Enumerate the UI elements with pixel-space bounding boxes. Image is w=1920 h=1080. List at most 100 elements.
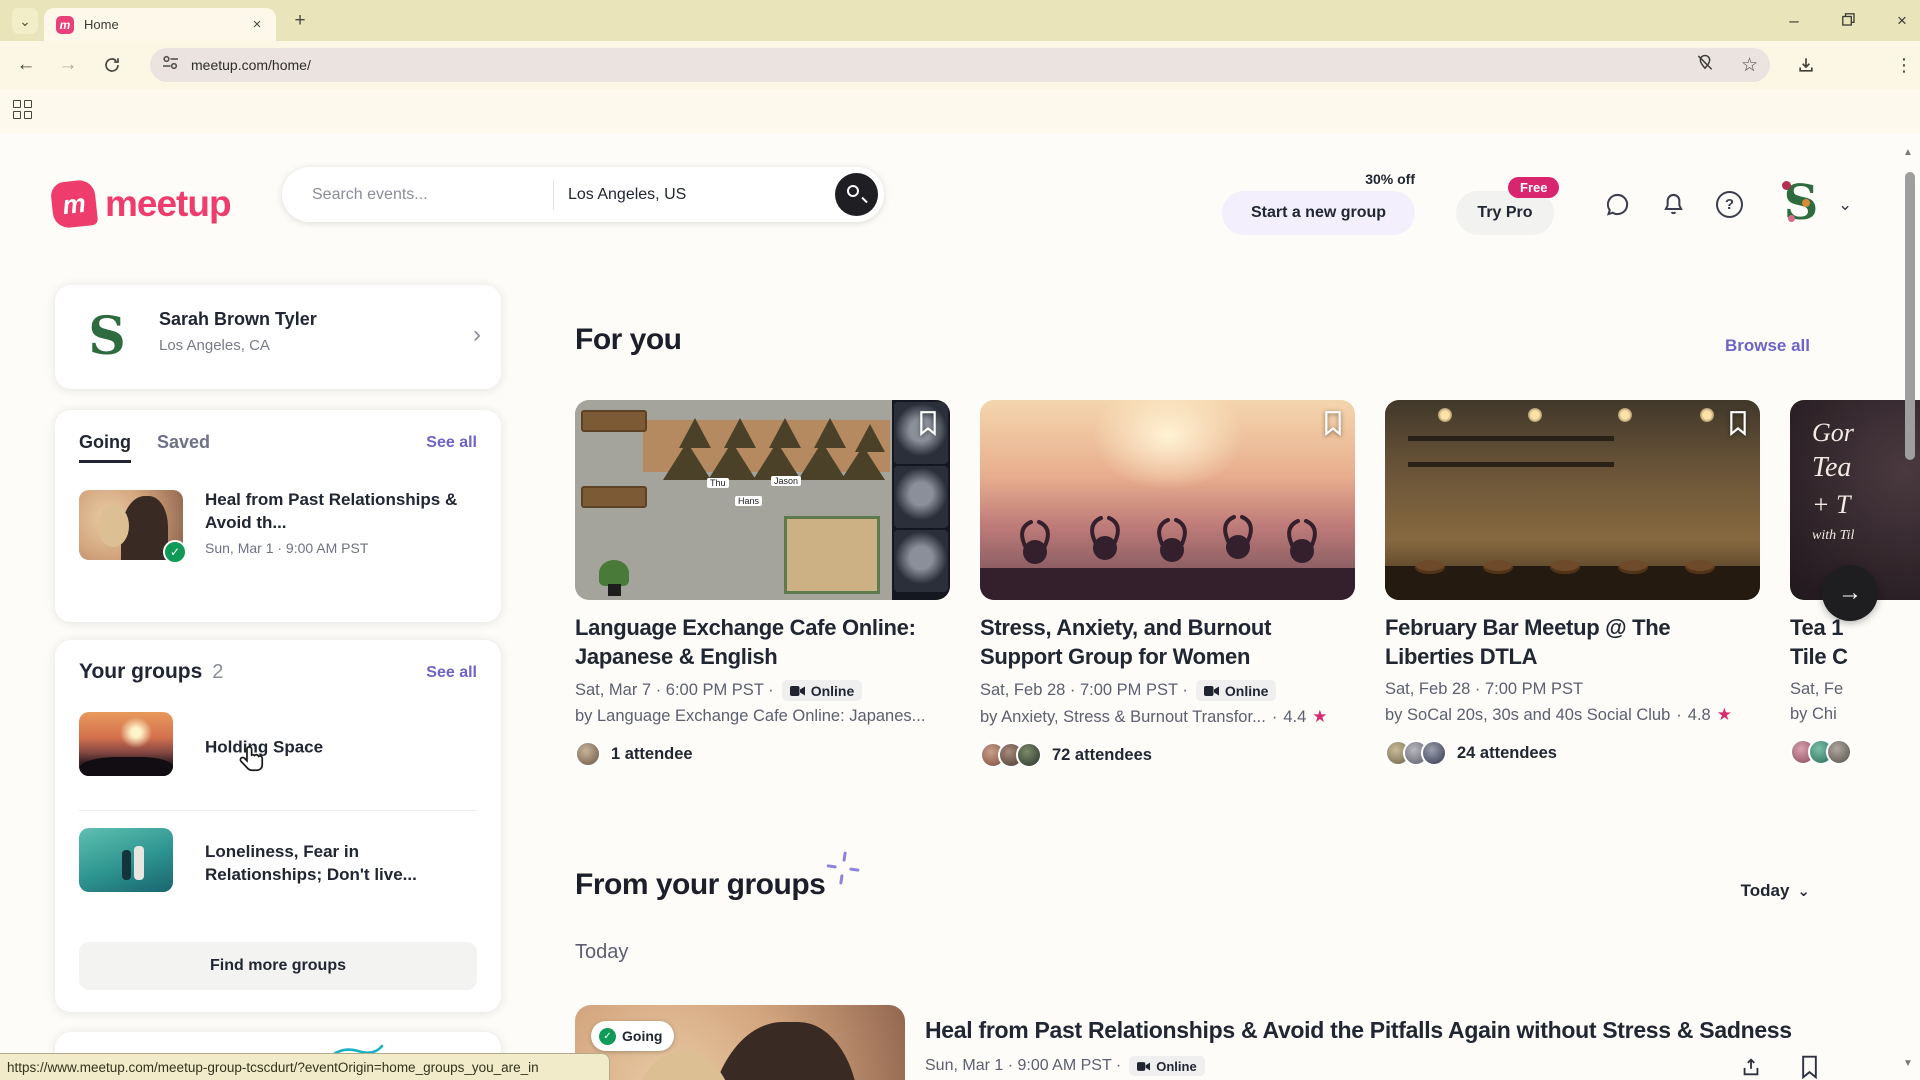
- bookmark-icon[interactable]: [1728, 410, 1748, 441]
- find-more-groups-button[interactable]: Find more groups: [79, 942, 477, 990]
- video-camera-icon: [790, 685, 805, 697]
- event-card-language-exchange[interactable]: Thu Jason Hans Language Exchange Cafe On…: [575, 400, 950, 767]
- chevron-down-icon: ⌄: [1797, 882, 1810, 900]
- scrollbar-thumb[interactable]: [1905, 172, 1915, 460]
- going-badge: ✓ Going: [591, 1021, 674, 1051]
- event-date: Sat, Mar 7 · 6:00 PM PST ·: [575, 681, 774, 700]
- divider: [79, 810, 477, 811]
- event-date: Sun, Mar 1 · 9:00 AM PST: [205, 540, 368, 556]
- event-date: Sat, Feb 28 · 7:00 PM PST ·: [980, 681, 1188, 700]
- tab-search-button[interactable]: ⌄: [12, 8, 38, 34]
- back-button[interactable]: ←: [10, 41, 42, 89]
- bookmark-icon[interactable]: [918, 410, 938, 441]
- search-input[interactable]: [312, 186, 547, 204]
- sparkle-icon: [826, 851, 860, 885]
- forward-button[interactable]: →: [52, 41, 84, 89]
- restore-icon[interactable]: [1838, 11, 1858, 31]
- search-button[interactable]: [835, 173, 878, 216]
- events-see-all-link[interactable]: See all: [426, 434, 477, 452]
- event-host: by Language Exchange Cafe Online: Japane…: [575, 707, 925, 726]
- profile-avatar: S: [79, 309, 135, 365]
- tab-title: Home: [84, 17, 248, 32]
- star-icon: ★: [1312, 707, 1327, 727]
- groups-count: 2: [212, 661, 223, 683]
- close-window-icon[interactable]: ×: [1892, 11, 1912, 31]
- event-card-stress-support[interactable]: Stress, Anxiety, and Burnout Support Gro…: [980, 400, 1355, 768]
- url-bar[interactable]: meetup.com/home/ ☆: [150, 48, 1770, 82]
- browser-menu-icon[interactable]: ⋮: [1888, 41, 1920, 89]
- attendee-avatars: [1790, 739, 1844, 765]
- mouse-cursor-hand: [238, 745, 268, 777]
- try-pro-button[interactable]: Try Pro Free: [1456, 191, 1554, 235]
- apps-grid-icon[interactable]: [13, 100, 33, 120]
- tab-saved[interactable]: Saved: [157, 432, 210, 463]
- reload-button[interactable]: [96, 41, 128, 89]
- event-image: ✓ Going: [575, 1005, 905, 1080]
- profile-card[interactable]: S Sarah Brown Tyler Los Angeles, CA ›: [55, 285, 501, 389]
- attendee-count: 72 attendees: [1052, 746, 1152, 765]
- event-host: by Anxiety, Stress & Burnout Transfor...: [980, 708, 1266, 727]
- event-date: Sat, Feb 28 · 7:00 PM PST: [1385, 680, 1583, 699]
- attendee-avatars: [980, 742, 1034, 768]
- group-item-holding-space[interactable]: Holding Space: [79, 712, 481, 782]
- avatar-chevron-down-icon[interactable]: ⌄: [1838, 195, 1852, 215]
- status-bar: https://www.meetup.com/meetup-group-tcsc…: [0, 1053, 610, 1080]
- user-avatar[interactable]: S: [1776, 177, 1826, 229]
- event-title: Heal from Past Relationships & Avoid th.…: [205, 488, 475, 534]
- share-icon[interactable]: [1740, 1055, 1762, 1080]
- group-name: Loneliness, Fear in Relationships; Don't…: [205, 840, 460, 886]
- meetup-home-page: m meetup 30% off Start a new group Try P…: [0, 133, 1920, 1080]
- help-icon[interactable]: ?: [1716, 191, 1746, 221]
- location-blocked-icon[interactable]: [1695, 53, 1715, 78]
- group-thumbnail: [79, 828, 173, 892]
- star-icon: ★: [1717, 705, 1732, 725]
- bookmark-icon[interactable]: [1323, 410, 1343, 441]
- your-groups-title: Your groups2: [79, 660, 223, 684]
- video-camera-icon: [1137, 1061, 1150, 1072]
- your-groups-card: Your groups2 See all Holding Space Lonel…: [55, 640, 501, 1012]
- avatar-name-tag: Thu: [707, 478, 729, 488]
- from-groups-heading: From your groups: [575, 868, 825, 902]
- group-thumbnail: [79, 712, 173, 776]
- bookmark-star-icon[interactable]: ☆: [1741, 54, 1758, 77]
- search-bar: [282, 167, 884, 222]
- profile-location: Los Angeles, CA: [159, 337, 270, 354]
- bookmarks-bar: [0, 89, 1920, 133]
- group-event-card[interactable]: ✓ Going Heal from Past Relationships & A…: [575, 1005, 1810, 1076]
- event-title: Heal from Past Relationships & Avoid the…: [925, 1017, 1810, 1044]
- chevron-down-icon: ⌄: [19, 13, 31, 30]
- event-image: [1385, 400, 1760, 600]
- new-tab-button[interactable]: +: [288, 9, 312, 33]
- location-input[interactable]: [568, 186, 768, 204]
- window-controls: – ×: [1784, 0, 1912, 41]
- day-section-label: Today: [575, 941, 628, 964]
- browser-tab[interactable]: m Home ×: [44, 8, 276, 41]
- event-title: Tea 1 Tile C: [1790, 613, 1920, 671]
- meetup-logo[interactable]: m meetup: [52, 181, 231, 227]
- notifications-icon[interactable]: [1660, 191, 1690, 221]
- carousel-next-button[interactable]: →: [1822, 565, 1878, 621]
- site-settings-icon[interactable]: [162, 55, 179, 75]
- scroll-down-icon[interactable]: ▼: [1903, 1058, 1913, 1069]
- page-scrollbar[interactable]: ▲ ▼: [1902, 133, 1918, 1080]
- save-bookmark-icon[interactable]: [1800, 1055, 1819, 1080]
- day-filter-dropdown[interactable]: Today ⌄: [1741, 881, 1810, 901]
- event-rating: 4.8: [1688, 706, 1711, 725]
- group-item-loneliness[interactable]: Loneliness, Fear in Relationships; Don't…: [79, 828, 481, 898]
- start-group-button[interactable]: Start a new group: [1222, 191, 1415, 235]
- my-events-card: Going Saved See all ✓ Heal from Past Rel…: [55, 410, 501, 622]
- event-image: Thu Jason Hans: [575, 400, 950, 600]
- browse-all-link[interactable]: Browse all: [1725, 336, 1810, 356]
- groups-see-all-link[interactable]: See all: [426, 664, 477, 682]
- tab-going[interactable]: Going: [79, 432, 131, 463]
- arrow-right-icon: →: [1838, 579, 1862, 607]
- video-camera-icon: [1204, 685, 1219, 697]
- scroll-up-icon[interactable]: ▲: [1903, 147, 1913, 158]
- tab-close-icon[interactable]: ×: [248, 16, 266, 33]
- minimize-icon[interactable]: –: [1784, 11, 1804, 31]
- event-image: [980, 400, 1355, 600]
- event-host: by Chi: [1790, 705, 1837, 724]
- event-card-bar-meetup[interactable]: February Bar Meetup @ The Liberties DTLA…: [1385, 400, 1760, 766]
- messages-icon[interactable]: [1604, 191, 1634, 221]
- download-icon[interactable]: [1790, 41, 1822, 89]
